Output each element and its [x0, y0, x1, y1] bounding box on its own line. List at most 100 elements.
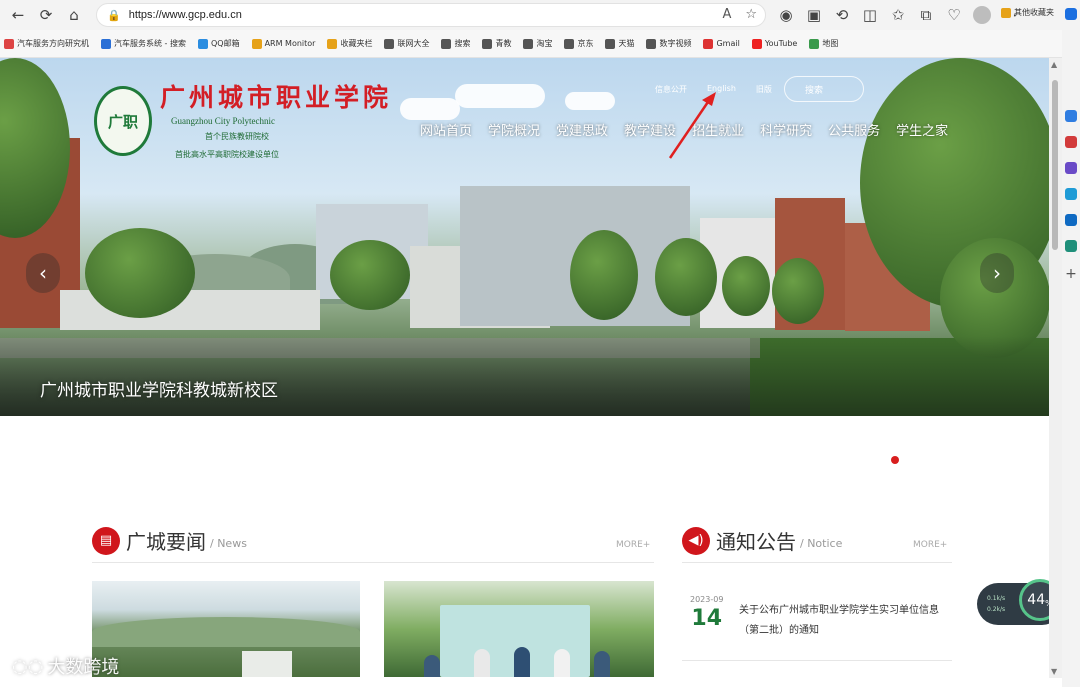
download-speed: 0.2k/s [987, 606, 1006, 613]
url-text[interactable]: https://www.gcp.edu.cn [129, 9, 242, 21]
bookmark-item[interactable]: 京东 [564, 38, 593, 49]
collections-icon[interactable]: ⧉ [912, 1, 940, 29]
bookmark-item[interactable]: 数字视频 [646, 38, 691, 49]
bookmark-label: 数字视频 [659, 39, 692, 48]
school-logo[interactable]: 广职 [94, 86, 152, 156]
back-icon[interactable]: ← [4, 1, 32, 29]
scroll-up-icon[interactable]: ▲ [1051, 60, 1057, 69]
cloud [565, 92, 615, 110]
divider [682, 660, 952, 661]
watermark-text: 大数跨境 [47, 657, 120, 678]
bookmark-favicon-icon [703, 38, 714, 49]
scroll-down-icon[interactable]: ▼ [1051, 667, 1057, 676]
bookmark-item[interactable]: Gmail [703, 38, 740, 49]
news-more-link[interactable]: MORE+ [616, 540, 650, 550]
bookmark-label: ARM Monitor [264, 39, 316, 48]
bookmark-item[interactable]: 收藏夹栏 [327, 38, 372, 49]
bing-copilot-icon[interactable] [1065, 8, 1077, 20]
extension-icon[interactable]: ▣ [800, 1, 828, 29]
bookmark-item[interactable]: YouTube [751, 38, 798, 49]
nav-item-home[interactable]: 网站首页 [420, 120, 472, 139]
speed-value: 44 [1027, 592, 1046, 608]
slider-pagination-dot[interactable] [891, 456, 899, 464]
tree [722, 256, 770, 316]
bookmark-favicon-icon [751, 38, 762, 49]
bookmark-item[interactable]: 汽车服务方向研究机 [4, 38, 89, 49]
news-photo-campus[interactable] [92, 581, 360, 677]
bookmark-label: 京东 [577, 39, 594, 48]
nav-item-about[interactable]: 学院概况 [488, 120, 540, 139]
bookmark-label: 青教 [495, 39, 512, 48]
bookmark-label: 汽车服务系统 - 搜索 [114, 39, 186, 48]
news-photo-event[interactable] [384, 581, 654, 677]
logo-glyph: 广职 [107, 112, 138, 131]
bookmark-item[interactable]: 搜索 [441, 38, 470, 49]
favorites-icon[interactable]: ✩ [884, 1, 912, 29]
notice-subtitle: / Notice [800, 537, 843, 550]
site-search-input[interactable]: 搜索 [784, 76, 864, 102]
school-tagline: 首批高水平高职院校建设单位 [175, 150, 279, 159]
bookmark-label: YouTube [764, 39, 798, 48]
bookmark-item[interactable]: 地图 [809, 38, 838, 49]
bookmark-favicon-icon [441, 38, 452, 49]
page-scrollbar[interactable]: ▲ ▼ [1049, 58, 1062, 678]
top-link-old[interactable]: 旧版 [756, 84, 772, 95]
browser-essentials-icon[interactable]: ♡ [940, 1, 968, 29]
tree [772, 258, 824, 324]
search-icon[interactable] [1065, 110, 1077, 122]
tree [330, 240, 410, 310]
extension-icon[interactable]: ◉ [772, 1, 800, 29]
person [514, 647, 530, 677]
games-icon[interactable] [1065, 188, 1077, 200]
nav-item-service[interactable]: 公共服务 [828, 120, 880, 139]
bookmark-item[interactable]: QQ邮箱 [197, 38, 240, 49]
scroll-thumb[interactable] [1052, 80, 1058, 250]
tools-icon[interactable] [1065, 162, 1077, 174]
nav-item-students[interactable]: 学生之家 [896, 120, 948, 139]
bookmark-other-folder[interactable]: 其他收藏夹 [1001, 7, 1054, 18]
bookmark-item[interactable]: 淘宝 [523, 38, 552, 49]
bookmark-label: 天猫 [618, 39, 635, 48]
slider-prev-button[interactable]: ‹ [26, 253, 60, 293]
outlook-icon[interactable] [1065, 214, 1077, 226]
favorite-star-icon[interactable]: ☆ [745, 7, 757, 22]
bookmark-favicon-icon [523, 38, 534, 49]
bookmark-item[interactable]: ARM Monitor [251, 38, 316, 49]
notice-item-link[interactable]: 关于公布广州城市职业学院学生实习单位信息（第二批）的通知 [739, 601, 951, 641]
extension-icon[interactable]: ⟲ [828, 1, 856, 29]
address-bar[interactable]: 🔒 https://www.gcp.edu.cn A ☆ [96, 3, 766, 27]
bookmark-item[interactable]: 天猫 [605, 38, 634, 49]
divider [682, 562, 952, 563]
read-aloud-icon[interactable]: A [722, 7, 731, 22]
shopping-icon[interactable] [1065, 136, 1077, 148]
news-title[interactable]: 广城要闻 [126, 526, 206, 555]
person [424, 655, 440, 677]
notice-title[interactable]: 通知公告 [716, 526, 796, 555]
tree [85, 228, 195, 318]
bookmark-item[interactable]: 联网大全 [384, 38, 429, 49]
slider-next-button[interactable]: › [980, 253, 1014, 293]
bookmark-favicon-icon [4, 38, 14, 49]
home-icon[interactable]: ⌂ [60, 1, 88, 29]
bookmarks-bar: 汽车服务方向研究机 汽车服务系统 - 搜索 QQ邮箱 ARM Monitor 收藏夹栏 联… [0, 30, 1080, 58]
person [474, 649, 490, 677]
notice-header: ◀) 通知公告 / Notice [682, 526, 842, 555]
cloud [400, 98, 460, 120]
bookmark-favicon-icon [605, 38, 616, 49]
school-name-cn[interactable]: 广州城市职业学院 [160, 78, 392, 114]
school-name-en: Guangzhou City Polytechnic [171, 116, 275, 126]
notice-more-link[interactable]: MORE+ [913, 540, 947, 550]
profile-avatar[interactable] [973, 6, 991, 24]
bookmark-item[interactable]: 青教 [482, 38, 511, 49]
bookmark-label: 淘宝 [536, 39, 553, 48]
bookmark-favicon-icon [327, 38, 338, 49]
bookmark-other-label: 其他收藏夹 [1014, 8, 1054, 17]
news-subtitle: / News [210, 537, 247, 550]
split-screen-icon[interactable]: ◫ [856, 1, 884, 29]
nav-item-party[interactable]: 党建思政 [556, 120, 608, 139]
refresh-icon[interactable]: ⟳ [32, 1, 60, 29]
bookmark-item[interactable]: 汽车服务系统 - 搜索 [101, 38, 186, 49]
nav-item-research[interactable]: 科学研究 [760, 120, 812, 139]
add-icon[interactable]: + [1065, 266, 1077, 282]
drop-icon[interactable] [1065, 240, 1077, 252]
